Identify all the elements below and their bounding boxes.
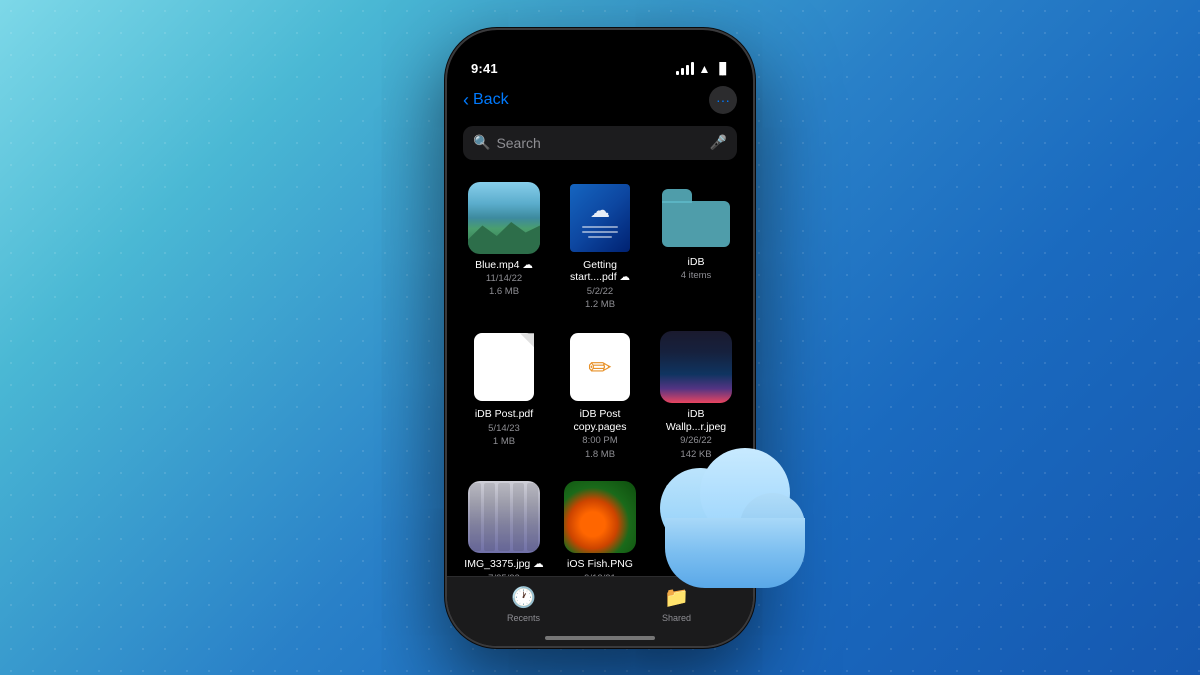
battery-icon: ▐▌ (715, 63, 729, 75)
dynamic-island (555, 42, 645, 70)
back-chevron-icon: ‹ (463, 91, 469, 109)
file-thumb-idb-post-pages: ✏ (564, 331, 636, 403)
tab-recents[interactable]: 🕐 Recents (447, 585, 600, 623)
file-name-idb-wallpaper: iDB Wallp...r.jpeg (656, 408, 736, 433)
tab-shared-label: Shared (662, 613, 691, 623)
status-icons: ▲ ▐▌ (676, 62, 729, 76)
file-name-idb-folder: iDB (688, 256, 705, 269)
cloud-body (665, 518, 805, 588)
file-item-idb-wallpaper[interactable]: iDB Wallp...r.jpeg 9/26/22142 KB (651, 325, 741, 467)
file-name-getting-started: Getting start....pdf ☁ (560, 259, 640, 284)
file-meta-idb-folder: 4 items (681, 269, 712, 282)
file-thumb-blue-mp4 (468, 182, 540, 254)
scene: 9:41 ▲ ▐▌ ‹ Back (445, 28, 755, 648)
file-item-idb-post-pages[interactable]: ✏ iDB Post copy.pages 8:00 PM1.8 MB (555, 325, 645, 467)
curtain-preview (468, 481, 540, 553)
landscape-image (468, 182, 540, 254)
file-meta-idb-post-pdf: 5/14/231 MB (488, 422, 520, 449)
book-cover (570, 184, 630, 252)
file-thumb-img3375 (468, 481, 540, 553)
recents-icon: 🕐 (511, 585, 536, 610)
file-item-idb-post-pdf[interactable]: iDB Post.pdf 5/14/231 MB (459, 325, 549, 467)
more-button[interactable]: ··· (709, 86, 737, 114)
signal-icon (676, 62, 694, 75)
file-thumb-getting-started (564, 182, 636, 254)
file-thumb-idb-folder (660, 182, 732, 254)
file-thumb-ios-fish (564, 481, 636, 553)
file-name-idb-post-pages: iDB Post copy.pages (560, 408, 640, 433)
search-bar[interactable]: 🔍 Search 🎤 (463, 126, 737, 160)
wallpaper-preview (660, 331, 732, 403)
file-name-ios-fish: iOS Fish.PNG (567, 558, 633, 571)
pencil-icon: ✏ (588, 351, 611, 384)
file-item-blue-mp4[interactable]: Blue.mp4 ☁ 11/14/221.6 MB (459, 176, 549, 318)
shared-icon: 📁 (664, 585, 689, 610)
folder-icon (662, 189, 730, 247)
wifi-icon: ▲ (699, 62, 711, 76)
search-icon: 🔍 (473, 134, 490, 151)
file-item-getting-started[interactable]: Getting start....pdf ☁ 5/2/221.2 MB (555, 176, 645, 318)
file-name-blue-mp4: Blue.mp4 ☁ (475, 259, 533, 272)
file-meta-blue-mp4: 11/14/221.6 MB (486, 272, 522, 299)
file-name-img3375: IMG_3375.jpg ☁ (464, 558, 543, 571)
tab-shared[interactable]: 📁 Shared (600, 585, 753, 623)
back-label: Back (473, 91, 509, 109)
search-placeholder: Search (496, 135, 703, 151)
more-icon: ··· (716, 92, 730, 108)
file-item-ios-fish[interactable]: iOS Fish.PNG 9/13/213.6 MB (555, 475, 645, 575)
back-button[interactable]: ‹ Back (463, 91, 509, 109)
file-thumb-idb-post-pdf (468, 331, 540, 403)
status-time: 9:41 (471, 61, 498, 76)
mic-icon: 🎤 (710, 134, 727, 151)
file-thumb-idb-wallpaper (660, 331, 732, 403)
file-meta-getting-started: 5/2/221.2 MB (585, 285, 615, 312)
fish-preview (564, 481, 636, 553)
home-indicator (545, 636, 655, 640)
cloud-decoration (655, 478, 815, 588)
pages-icon: ✏ (570, 333, 630, 401)
file-item-idb-folder[interactable]: iDB 4 items (651, 176, 741, 318)
pdf-icon (474, 333, 534, 401)
file-meta-idb-wallpaper: 9/26/22142 KB (680, 434, 712, 461)
file-meta-idb-post-pages: 8:00 PM1.8 MB (582, 434, 617, 461)
tab-recents-label: Recents (507, 613, 540, 623)
file-name-idb-post-pdf: iDB Post.pdf (475, 408, 533, 421)
file-item-img3375[interactable]: IMG_3375.jpg ☁ 7/25/223.8 MB (459, 475, 549, 575)
cloud-main (655, 478, 815, 588)
